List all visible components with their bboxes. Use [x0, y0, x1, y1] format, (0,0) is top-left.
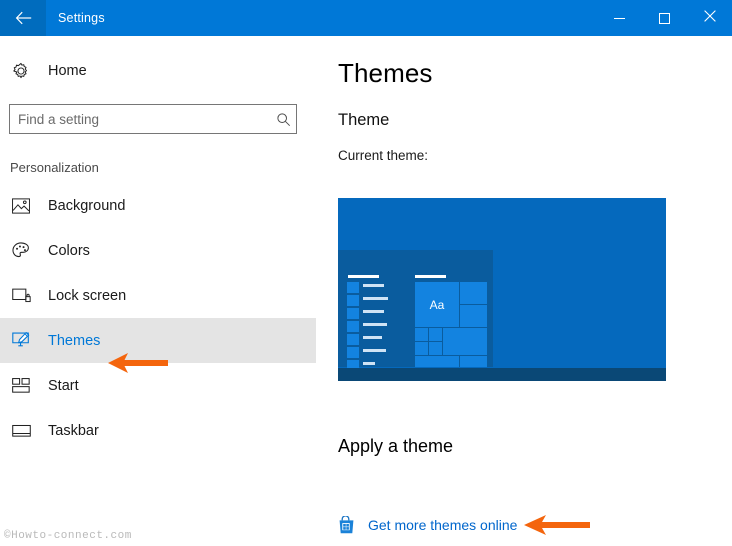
get-more-themes-online-label: Get more themes online: [368, 517, 518, 533]
preview-tile: [460, 356, 487, 367]
preview-tile: [415, 356, 459, 367]
settings-window: Settings Home Find a setting Personaliza…: [0, 0, 732, 546]
search-icon[interactable]: [270, 112, 296, 127]
preview-tiles-header-bar: [415, 275, 446, 278]
sidebar-item-lock-screen-label: Lock screen: [48, 287, 127, 304]
preview-app-icons-column: [347, 282, 359, 381]
sidebar-item-background-label: Background: [48, 197, 126, 214]
preview-tile-grid: Aa: [415, 282, 487, 367]
start-tiles-icon: [12, 378, 42, 393]
close-button[interactable]: [687, 0, 732, 36]
sidebar-item-taskbar-label: Taskbar: [48, 422, 99, 439]
current-theme-preview[interactable]: Aa: [338, 198, 666, 381]
apply-a-theme-heading: Apply a theme: [338, 436, 454, 456]
page-title: Themes: [338, 58, 433, 88]
close-icon: [703, 9, 716, 27]
watermark: ©Howto-connect.com: [4, 530, 132, 542]
preview-account-bar: [348, 275, 379, 278]
sidebar-nav-list: Background Colors Lock screen Themes Sta…: [0, 183, 316, 453]
window-controls: [597, 0, 732, 36]
taskbar-icon: [12, 424, 42, 438]
sidebar-item-colors[interactable]: Colors: [0, 228, 316, 273]
preview-tile: [429, 328, 442, 341]
sidebar-item-start[interactable]: Start: [0, 363, 316, 408]
minimize-button[interactable]: [597, 0, 642, 36]
preview-tile: [460, 305, 487, 327]
sidebar-item-background[interactable]: Background: [0, 183, 316, 228]
sidebar-item-start-label: Start: [48, 377, 79, 394]
back-button[interactable]: [0, 0, 46, 36]
title-bar: Settings: [0, 0, 732, 36]
theme-section-heading: Theme: [338, 111, 390, 129]
microsoft-store-icon: [338, 516, 360, 534]
current-theme-label: Current theme:: [338, 148, 429, 163]
preview-tile: [443, 328, 487, 355]
preview-app-list-lines: [363, 284, 388, 381]
sidebar-item-lock-screen[interactable]: Lock screen: [0, 273, 316, 318]
sidebar-item-themes[interactable]: Themes: [0, 318, 316, 363]
sidebar-section-title: Personalization: [10, 160, 99, 175]
sidebar: Home Personalization: [0, 36, 316, 546]
window-title: Settings: [58, 11, 105, 25]
sidebar-item-colors-label: Colors: [48, 242, 90, 259]
preview-start-menu: Aa: [338, 250, 493, 381]
lock-screen-icon: [12, 288, 42, 304]
get-more-themes-online-link[interactable]: Get more themes online: [338, 516, 517, 534]
preview-tile: [460, 282, 487, 304]
sidebar-item-taskbar[interactable]: Taskbar: [0, 408, 316, 453]
back-arrow-icon: [15, 11, 32, 25]
sidebar-item-themes-label: Themes: [48, 332, 101, 349]
preview-tile: [429, 342, 442, 355]
palette-icon: [12, 242, 42, 259]
maximize-icon: [659, 12, 670, 24]
themes-icon: [12, 332, 42, 349]
search-box[interactable]: [9, 104, 297, 134]
minimize-icon: [614, 17, 625, 19]
sidebar-item-home-label: Home: [48, 63, 87, 79]
preview-taskbar: [338, 368, 666, 381]
picture-icon: [12, 197, 42, 214]
gear-icon: [12, 62, 42, 80]
content-pane: Themes Theme Current theme: Aa Apply a t…: [316, 36, 732, 546]
sidebar-item-home[interactable]: Home: [0, 52, 316, 90]
maximize-button[interactable]: [642, 0, 687, 36]
preview-tile: [415, 342, 428, 355]
search-input[interactable]: [10, 106, 270, 132]
preview-tile-aa: Aa: [415, 282, 459, 327]
preview-tile: [415, 328, 428, 341]
